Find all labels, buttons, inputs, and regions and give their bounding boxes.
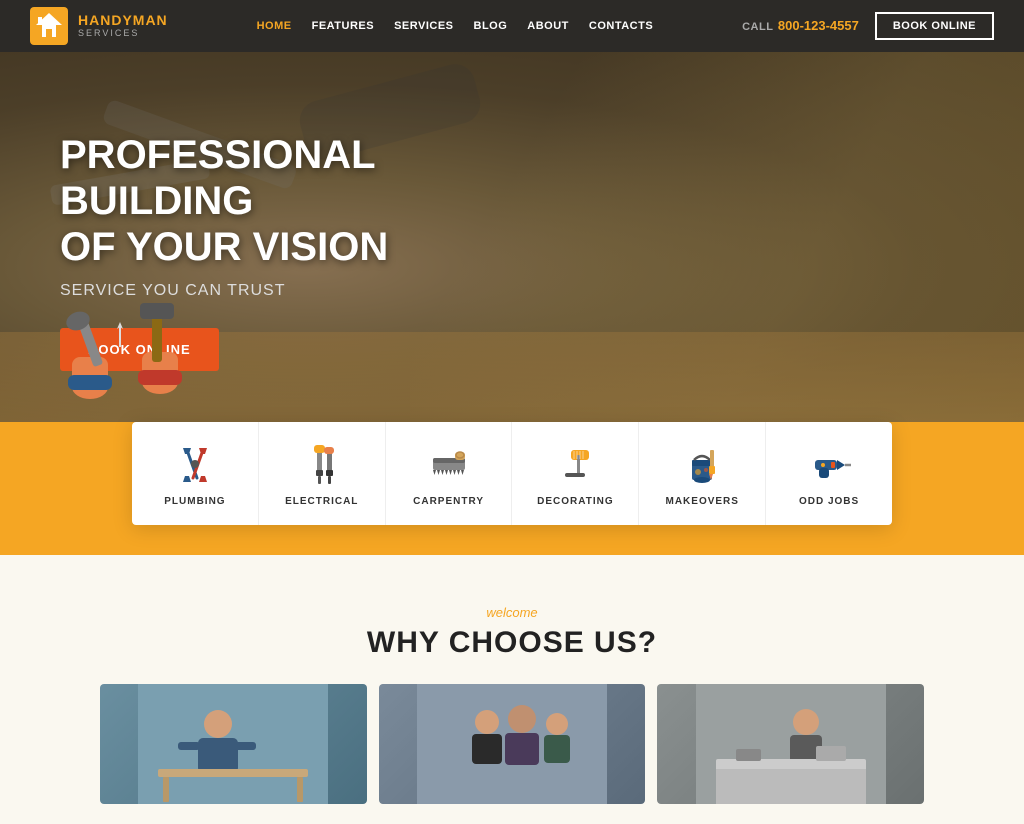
service-makeovers[interactable]: MAKEOVERS (639, 422, 766, 525)
service-odd-jobs[interactable]: ODD JOBS (766, 422, 892, 525)
why-welcome: welcome (60, 605, 964, 620)
book-online-button-header[interactable]: BOOK ONLINE (875, 12, 994, 40)
why-card-3-content (657, 684, 924, 804)
makeovers-label: MAKEOVERS (666, 496, 739, 507)
service-decorating[interactable]: DECORATING (512, 422, 639, 525)
decorating-label: DECORATING (537, 496, 613, 507)
odd-jobs-icon (807, 442, 851, 486)
why-title: WHY CHOOSE US? (60, 626, 964, 660)
nav-services[interactable]: SERVICES (394, 20, 453, 32)
why-card-1-content (100, 684, 367, 804)
plumbing-label: PLUMBING (164, 496, 225, 507)
plumbing-icon (173, 442, 217, 486)
why-card-2 (379, 684, 646, 804)
site-header: HANDYMAN SERVICES HOME FEATURES SERVICES… (0, 0, 1024, 52)
card-1-image (138, 684, 328, 804)
card-2-image (417, 684, 607, 804)
card-3-image (696, 684, 886, 804)
logo-brand: HANDYMAN (78, 13, 168, 28)
hero-section: PROFESSIONAL BUILDING OF YOUR VISION SER… (0, 52, 1024, 482)
phone-number: 800-123-4557 (778, 18, 859, 33)
header-right: CALL 800-123-4557 BOOK ONLINE (742, 12, 994, 40)
service-carpentry[interactable]: CARPENTRY (386, 422, 513, 525)
hero-title: PROFESSIONAL BUILDING OF YOUR VISION (60, 132, 540, 270)
decorating-icon (553, 442, 597, 486)
logo[interactable]: HANDYMAN SERVICES (30, 7, 168, 45)
electrical-icon (300, 442, 344, 486)
nav-features[interactable]: FEATURES (312, 20, 374, 32)
makeovers-icon (680, 442, 724, 486)
hands-svg (30, 267, 230, 417)
why-cards-row (60, 660, 964, 804)
nav-contacts[interactable]: CONTACTS (589, 20, 653, 32)
nav-blog[interactable]: BLOG (474, 20, 508, 32)
services-section: PLUMBING (0, 422, 1024, 555)
services-bar-wrapper: PLUMBING (0, 422, 1024, 525)
logo-services: SERVICES (78, 29, 168, 39)
logo-text: HANDYMAN SERVICES (78, 13, 168, 38)
services-bar: PLUMBING (132, 422, 892, 525)
hero-hands-illustration (30, 267, 230, 422)
carpentry-label: CARPENTRY (413, 496, 484, 507)
call-area: CALL 800-123-4557 (742, 17, 859, 35)
why-section: welcome WHY CHOOSE US? (0, 555, 1024, 824)
carpentry-icon (427, 442, 471, 486)
electrical-label: ELECTRICAL (285, 496, 358, 507)
nav-home[interactable]: HOME (257, 20, 292, 32)
why-card-1 (100, 684, 367, 804)
nav-about[interactable]: ABOUT (527, 20, 569, 32)
main-nav: HOME FEATURES SERVICES BLOG ABOUT CONTAC… (257, 20, 654, 32)
why-card-3 (657, 684, 924, 804)
service-plumbing[interactable]: PLUMBING (132, 422, 259, 525)
service-electrical[interactable]: ELECTRICAL (259, 422, 386, 525)
odd-jobs-label: ODD JOBS (799, 496, 859, 507)
call-label: CALL (742, 21, 773, 33)
logo-icon (30, 7, 68, 45)
why-card-2-content (379, 684, 646, 804)
